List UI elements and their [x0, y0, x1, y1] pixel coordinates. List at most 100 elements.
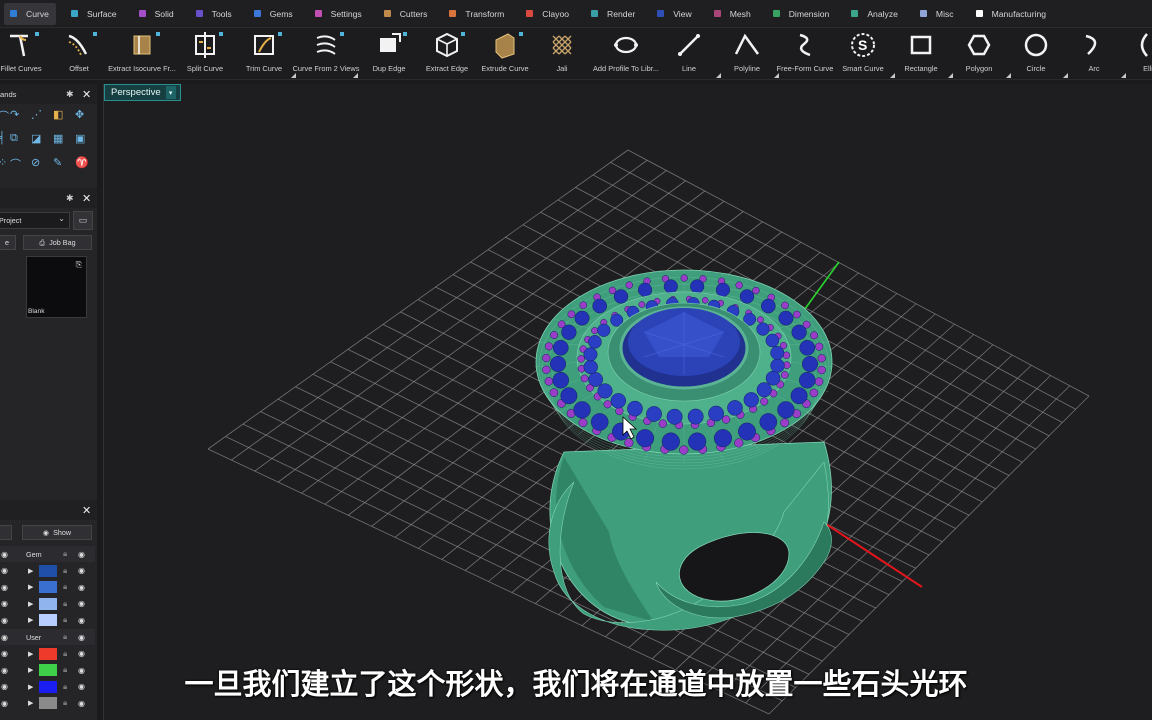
eye-icon[interactable]: ◉ — [78, 633, 85, 642]
trim-command-icon[interactable]: ◪ — [31, 132, 41, 145]
eye-icon[interactable]: ◉ — [78, 566, 85, 575]
tab-curve[interactable]: Curve — [4, 2, 56, 25]
eye-icon[interactable]: ◉ — [78, 583, 85, 592]
tool-label: Rectangle — [904, 64, 938, 73]
layer-color-swatch[interactable] — [39, 597, 57, 610]
eye-icon[interactable]: ◉ — [1, 599, 8, 608]
lock-icon[interactable]: 🔒︎ — [63, 582, 67, 592]
gear-icon[interactable]: ✱ — [66, 193, 74, 204]
layer-row[interactable]: ◉ ▶ 🔒︎ ◉ — [0, 596, 95, 612]
eye-icon[interactable]: ◉ — [1, 550, 8, 559]
tab-gems[interactable]: Gems — [248, 3, 300, 25]
fillet-curves-icon — [6, 28, 36, 62]
move-command-icon[interactable]: ✥ — [75, 108, 84, 121]
halo-outer-purple-gem — [542, 365, 551, 374]
project-thumbnail[interactable]: ⎘ Blank — [26, 256, 87, 318]
expand-arrow-icon[interactable]: ▶ — [28, 600, 33, 608]
layer-row[interactable]: ◉ ▶ 🔒︎ ◉ — [0, 579, 95, 595]
eye-icon[interactable]: ◉ — [78, 616, 85, 625]
job-bag-button[interactable]: ⎙ Job Bag — [23, 235, 92, 250]
curve-command-icon[interactable]: ↷ — [10, 108, 19, 121]
ring-model[interactable] — [533, 269, 835, 631]
halo-outer-blue-gem — [688, 432, 707, 451]
tab-manufacturing[interactable]: Manufacturing — [970, 3, 1053, 25]
lock-icon[interactable]: 🔒︎ — [63, 649, 67, 659]
close-icon[interactable]: ✕ — [82, 88, 91, 101]
tab-transform[interactable]: Transform — [443, 3, 511, 25]
smart-curve-icon: S — [848, 28, 878, 62]
close-icon[interactable]: ✕ — [82, 192, 91, 205]
tool-badge — [340, 32, 344, 36]
viewport-tab[interactable]: Perspective ▾ — [104, 84, 181, 101]
arc-command-icon[interactable]: ⌒ — [0, 108, 9, 124]
layer-color-swatch[interactable] — [39, 614, 57, 627]
layer-group-row[interactable]: ◉ User 🔒︎ ◉ — [0, 629, 95, 645]
duplicate-command-icon[interactable]: ▣ — [75, 132, 85, 145]
layer-color-swatch[interactable] — [39, 581, 57, 594]
tab-render[interactable]: Render — [585, 3, 642, 25]
eye-icon[interactable]: ◉ — [1, 649, 8, 658]
tab-tools[interactable]: Tools — [190, 3, 239, 25]
tab-clayoo[interactable]: Clayoo — [520, 3, 576, 25]
halo-inner-blue-gem — [743, 392, 759, 408]
gear-icon[interactable]: ✱ — [66, 89, 74, 100]
lock-icon[interactable]: 🔒︎ — [63, 632, 67, 642]
brush-command-icon[interactable]: ✎ — [53, 156, 62, 169]
slash-command-icon[interactable]: ⊘ — [31, 156, 40, 169]
lock-icon[interactable]: 🔒︎ — [63, 599, 67, 609]
halo-outer-blue-gem — [574, 310, 590, 326]
eye-icon[interactable]: ◉ — [78, 550, 85, 559]
tab-color-swatch — [526, 10, 534, 17]
tab-misc[interactable]: Misc — [914, 3, 961, 25]
lock-icon[interactable]: 🔒︎ — [63, 566, 67, 576]
folder-icon[interactable]: ▭ — [73, 211, 93, 230]
eye-icon[interactable]: ◉ — [78, 599, 85, 608]
commands-panel-title: ands — [0, 89, 17, 99]
eye-icon[interactable]: ◉ — [1, 583, 8, 592]
hide-button[interactable] — [0, 525, 12, 540]
import-icon[interactable]: ⎘ — [76, 260, 82, 270]
eye-icon[interactable]: ◉ — [78, 649, 85, 658]
viewport-menu-arrow[interactable]: ▾ — [165, 86, 176, 99]
blend-command-icon[interactable]: ⋰ — [31, 108, 42, 121]
layer-row[interactable]: ◉ ▶ 🔒︎ ◉ — [0, 612, 95, 628]
expand-arrow-icon[interactable]: ▶ — [28, 567, 33, 575]
eye-icon[interactable]: ◉ — [1, 633, 8, 642]
tab-surface[interactable]: Surface — [65, 3, 124, 25]
show-button[interactable]: ◉ Show — [22, 525, 92, 540]
layer-row[interactable]: ◉ ▶ 🔒︎ ◉ — [0, 563, 95, 579]
tab-dimension[interactable]: Dimension — [767, 3, 837, 25]
tab-solid[interactable]: Solid — [133, 3, 181, 25]
layer-color-swatch[interactable] — [39, 564, 57, 577]
tab-label: Misc — [935, 8, 954, 19]
tab-view[interactable]: View — [651, 3, 698, 25]
eye-icon[interactable]: ◉ — [1, 616, 8, 625]
project-dropdown[interactable]: Project ⌄ — [0, 212, 70, 229]
tab-analyze[interactable]: Analyze — [845, 3, 905, 25]
layer-color-swatch[interactable] — [39, 647, 57, 660]
tab-settings[interactable]: Settings — [309, 3, 369, 25]
split-command-icon[interactable]: ╡ — [0, 132, 6, 144]
layers-panel-header: ✕ — [0, 500, 97, 520]
dots-command-icon[interactable]: ⁘ — [0, 156, 7, 169]
layer-group-row[interactable]: ◉ Gem 🔒︎ ◉ — [0, 546, 95, 562]
expand-arrow-icon[interactable]: ▶ — [28, 650, 33, 658]
left-small-button[interactable]: e — [0, 235, 16, 250]
tab-mesh[interactable]: Mesh — [708, 3, 758, 25]
split-curve-command-icon[interactable]: ⧉ — [10, 132, 18, 145]
eye-icon[interactable]: ◉ — [1, 566, 8, 575]
close-icon[interactable]: ✕ — [82, 504, 91, 517]
lock-icon[interactable]: 🔒︎ — [63, 549, 67, 559]
curve-points-command-icon[interactable]: ⌒ — [10, 156, 21, 172]
grid-command-icon[interactable]: ▦ — [53, 132, 63, 145]
perspective-viewport[interactable]: Perspective ▾ — [103, 84, 1152, 720]
tab-cutters[interactable]: Cutters — [378, 3, 435, 25]
expand-arrow-icon[interactable]: ▶ — [28, 583, 33, 591]
lock-icon[interactable]: 🔒︎ — [63, 615, 67, 625]
mirror-command-icon[interactable]: ◧ — [53, 108, 63, 121]
expand-arrow-icon[interactable]: ▶ — [28, 616, 33, 624]
sketch-command-icon[interactable]: ♈ — [75, 156, 89, 169]
layer-row[interactable]: ◉ ▶ 🔒︎ ◉ — [0, 646, 95, 662]
tool-ellipse-button[interactable]: Elli — [1108, 28, 1152, 80]
halo-outer-purple-gem — [544, 377, 554, 386]
